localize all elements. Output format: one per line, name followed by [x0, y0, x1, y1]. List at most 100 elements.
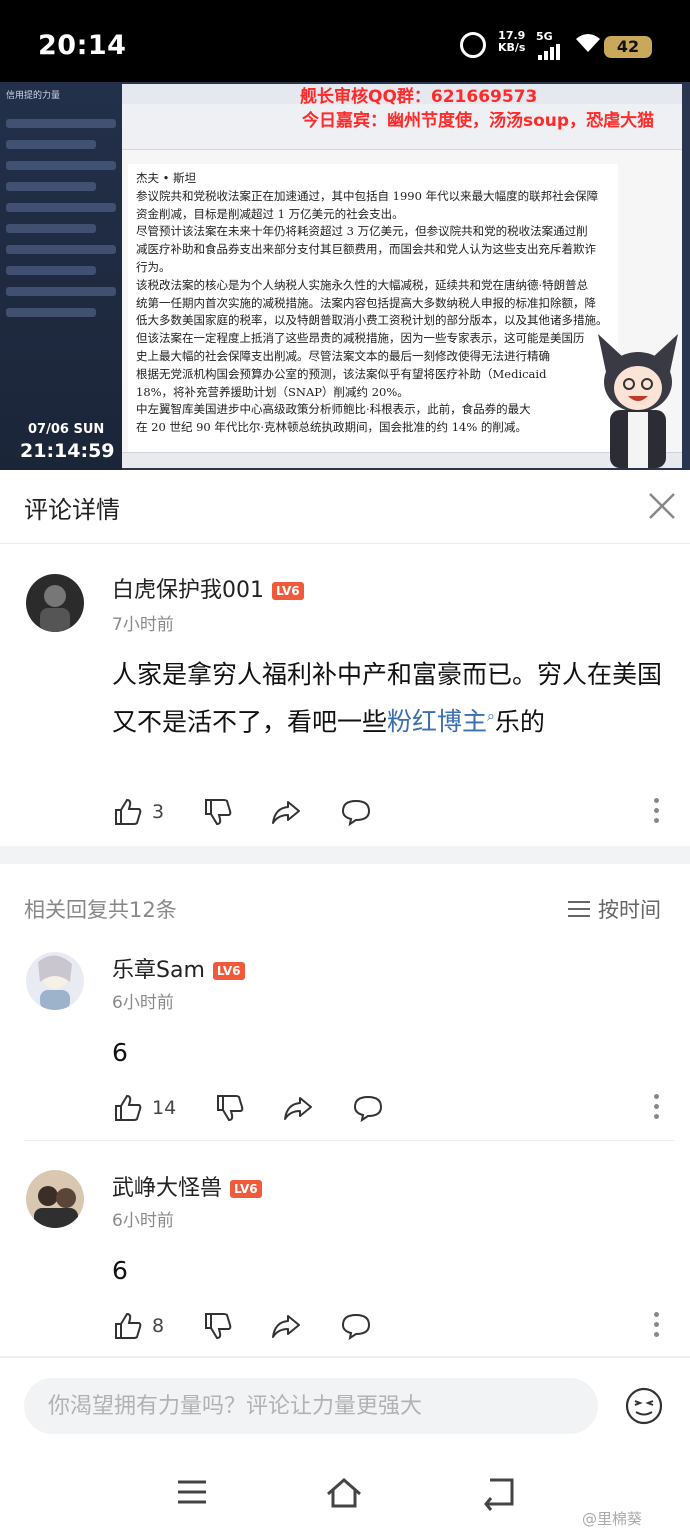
more-options-icon[interactable]: [652, 798, 660, 826]
chat-message: [6, 266, 96, 275]
comment-text: 人家是拿穷人福利补中产和富豪而已。穷人在美国又不是活不了，看吧一些粉红博主⌕乐的: [112, 654, 672, 743]
signal-icon: [538, 44, 564, 60]
dislike-button[interactable]: [202, 794, 234, 830]
section-divider: [0, 846, 690, 864]
comment-bubble-icon: [353, 1095, 383, 1123]
stream-chat-title: 信用提的力量: [6, 91, 61, 101]
stream-preview[interactable]: 信用提的力量 07/06 SUN 21:14:59 杰夫 • 斯坦参议院共和党税…: [0, 82, 690, 470]
document-line: 低大多数美国家庭的税率，以及特朗普取消小费工资税计划的部分版本，以及其他诸多措施…: [136, 313, 608, 328]
alarm-icon: [460, 32, 486, 58]
document-line: 根据无党派机构国会预算办公室的预测，该法案似乎有望将医疗补助（Medicaid: [136, 366, 547, 381]
dislike-button[interactable]: [214, 1090, 246, 1126]
mascot-image: [598, 334, 678, 468]
comment-detail-header: 评论详情: [0, 470, 690, 544]
back-icon[interactable]: [478, 1472, 518, 1512]
thumbs-down-icon: [217, 1095, 244, 1122]
reply-button[interactable]: [340, 1308, 372, 1344]
document-line: 18%，将补充营养援助计划（SNAP）削减约 20%。: [136, 384, 409, 399]
thumbs-up-icon: [115, 1094, 142, 1121]
home-icon[interactable]: [324, 1472, 364, 1512]
chat-message: [6, 161, 116, 170]
comment-bubble-icon: [341, 799, 371, 827]
share-button[interactable]: [282, 1090, 314, 1126]
more-options-icon[interactable]: [652, 1094, 660, 1122]
sort-button[interactable]: 按时间: [568, 894, 661, 924]
username[interactable]: 武峥大怪兽: [112, 1176, 222, 1201]
like-count: 3: [152, 801, 165, 823]
status-time: 20:14: [38, 30, 127, 61]
comment-bubble-icon: [341, 1313, 371, 1341]
document-line: 参议院共和党税收法案正在加速通过，其中包括自 1990 年代以来最大幅度的联邦社…: [136, 188, 599, 203]
level-badge: LV6: [230, 1180, 262, 1198]
replies-header: 相关回复共12条 按时间: [0, 874, 690, 934]
more-options-icon[interactable]: [652, 1312, 660, 1340]
document-line: 但该法案在一定程度上抵消了这些昂贵的减税措施，因为一些专家表示，这可能是美国历: [136, 331, 585, 346]
document-line: 史上最大幅的社会保障支出削减。尽管法案文本的最后一刻修改使得无法进行精确: [136, 348, 550, 363]
reply-count: 相关回复共12条: [24, 898, 177, 922]
comment-actions: 8: [112, 1308, 672, 1344]
avatar[interactable]: [26, 952, 84, 1010]
net-speed-unit: KB/s: [498, 41, 526, 54]
search-link[interactable]: 粉红博主⌕: [387, 707, 495, 736]
username[interactable]: 白虎保护我001: [112, 578, 264, 603]
level-badge: LV6: [212, 962, 245, 980]
like-button[interactable]: 14: [112, 1090, 176, 1126]
document-line: 资金削减，目标是削减超过 1 万亿美元的社会支出。: [136, 206, 404, 221]
comment-author[interactable]: 白虎保护我001 LV6: [112, 572, 304, 604]
stream-chat: 信用提的力量 07/06 SUN 21:14:59: [0, 82, 122, 470]
document-line: 该税改法案的核心是为个人纳税人实施永久性的大幅减税，延续共和党在唐纳德·特朗普总: [136, 277, 589, 292]
document-line: 中左翼智库美国进步中心高级政策分析师鲍比·科根表示，此前，食品券的最大: [136, 402, 531, 417]
search-link-label[interactable]: 粉红博主: [387, 707, 487, 736]
username[interactable]: 乐章Sam: [112, 958, 205, 983]
sort-icon: [568, 901, 590, 917]
comment-time: 6小时前: [112, 993, 174, 1013]
share-icon: [284, 1097, 312, 1120]
like-button[interactable]: 3: [112, 794, 164, 830]
comment-time: 7小时前: [112, 615, 174, 635]
reply-button[interactable]: [352, 1090, 384, 1126]
share-button[interactable]: [270, 794, 302, 830]
share-button[interactable]: [270, 1308, 302, 1344]
close-icon[interactable]: [646, 490, 678, 522]
avatar[interactable]: [26, 1170, 84, 1228]
document-line: 统第一任期内首次实施的减税措施。法案内容包括提高大多数纳税人申报的标准扣除额，降: [136, 295, 596, 310]
chat-message: [6, 119, 116, 128]
level-badge: LV6: [272, 582, 304, 600]
document-line: 在 20 世纪 90 年代比尔·克林顿总统执政期间，国会批准的约 14% 的削减…: [136, 420, 527, 435]
share-icon: [272, 801, 300, 824]
overlay-qq-group: 舰长审核QQ群：621669573: [300, 87, 538, 107]
comment-actions: 3: [112, 794, 672, 830]
comment-text: 6: [112, 1256, 128, 1285]
chat-message: [6, 224, 96, 233]
battery-indicator: 42: [604, 36, 652, 58]
dislike-button[interactable]: [202, 1308, 234, 1344]
document-line: 减医疗补助和食品券支出来部分支付其巨额费用，而国会共和党人认为这些支出充斥着欺诈: [136, 242, 596, 257]
watermark: @里棉葵: [582, 1510, 643, 1528]
comment-composer[interactable]: [24, 1378, 598, 1434]
reply-item: 乐章Sam LV6 6小时前 6 14: [0, 934, 690, 1134]
search-icon: ⌕: [487, 709, 495, 725]
emoji-icon[interactable]: [624, 1386, 664, 1426]
system-nav-bar: @里棉葵: [0, 1460, 690, 1533]
net-speed: 17.9 KB/s: [498, 30, 525, 54]
comment-actions: 14: [112, 1090, 672, 1126]
like-count: 14: [152, 1097, 177, 1119]
reply-button[interactable]: [340, 794, 372, 830]
avatar[interactable]: [26, 574, 84, 632]
main-comment: 白虎保护我001 LV6 7小时前 人家是拿穷人福利补中产和富豪而已。穷人在美国又…: [0, 544, 690, 844]
comment-text-tail: 乐的: [494, 707, 545, 737]
document-line: 杰夫 • 斯坦: [136, 171, 197, 185]
chat-message: [6, 287, 116, 296]
sort-label[interactable]: 按时间: [598, 894, 661, 924]
comment-input[interactable]: [24, 1378, 598, 1434]
like-button[interactable]: 8: [112, 1308, 164, 1344]
comment-author[interactable]: 武峥大怪兽 LV6: [112, 1170, 262, 1202]
comment-text: 6: [112, 1038, 128, 1067]
comment-author[interactable]: 乐章Sam LV6: [112, 952, 245, 984]
stream-date: 07/06 SUN: [28, 422, 105, 437]
wifi-icon: [575, 32, 601, 60]
menu-icon[interactable]: [172, 1472, 212, 1512]
thumbs-up-icon: [115, 1312, 142, 1339]
document-line: 行为。: [136, 259, 171, 274]
reply-separator: [24, 1140, 674, 1141]
